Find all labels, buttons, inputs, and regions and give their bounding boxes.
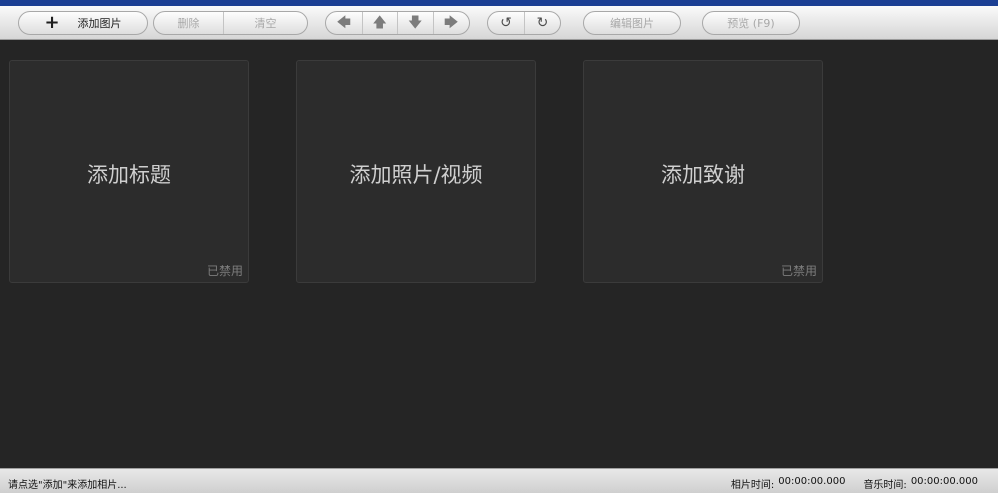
add-media-label: 添加照片/视频	[349, 163, 483, 187]
arrow-left-icon: 🡄	[336, 15, 351, 31]
move-group: 🡄 🡅 🡇 🡆	[325, 11, 470, 35]
music-time-value: 00:00:00.000	[910, 476, 978, 487]
add-credits-label: 添加致谢	[661, 163, 745, 187]
arrow-up-icon: 🡅	[372, 15, 387, 31]
edit-group: 删除 清空	[153, 11, 308, 35]
clear-label: 清空	[254, 17, 277, 30]
rotate-right-icon: ↻	[536, 15, 549, 31]
rotate-left-icon: ↺	[500, 15, 512, 31]
photo-time-value: 00:00:00.000	[778, 476, 846, 487]
rotate-left-button[interactable]: ↺	[488, 12, 524, 34]
status-hint: 请点选"添加"来添加相片...	[8, 480, 127, 491]
add-credits-card[interactable]: 添加致谢 已禁用	[583, 60, 823, 283]
photo-time-label: 相片时间:	[730, 480, 775, 491]
preview-label: 预览 (F9)	[727, 17, 775, 30]
status-bar: 请点选"添加"来添加相片... 相片时间: 00:00:00.000 音乐时间:…	[0, 468, 998, 493]
music-time-label: 音乐时间:	[863, 480, 907, 491]
disabled-badge: 已禁用	[780, 264, 817, 278]
delete-label: 删除	[177, 17, 200, 30]
plus-icon: +	[44, 12, 60, 33]
rotate-group: ↺ ↻	[487, 11, 561, 35]
disabled-badge: 已禁用	[206, 264, 243, 278]
add-title-card[interactable]: 添加标题 已禁用	[9, 60, 249, 283]
add-media-card[interactable]: 添加照片/视频	[296, 60, 536, 283]
delete-button[interactable]: 删除	[154, 12, 223, 34]
move-down-button[interactable]: 🡇	[397, 12, 433, 34]
clear-button[interactable]: 清空	[223, 12, 307, 34]
move-left-button[interactable]: 🡄	[326, 12, 362, 34]
rotate-right-button[interactable]: ↻	[523, 12, 560, 34]
toolbar: + 添加图片 删除 清空 🡄 🡅 🡇 🡆 ↺ ↻ 编辑图片 预览 (F9)	[0, 6, 998, 40]
add-image-button[interactable]: + 添加图片	[18, 11, 148, 35]
add-title-label: 添加标题	[87, 163, 171, 187]
arrow-down-icon: 🡇	[408, 15, 423, 31]
arrow-right-icon: 🡆	[444, 15, 459, 31]
move-up-button[interactable]: 🡅	[361, 12, 398, 34]
preview-button[interactable]: 预览 (F9)	[702, 11, 800, 35]
move-right-button[interactable]: 🡆	[432, 12, 470, 34]
edit-image-button[interactable]: 编辑图片	[583, 11, 681, 35]
time-readouts: 相片时间: 00:00:00.000 音乐时间: 00:00:00.000	[731, 476, 978, 491]
add-image-label: 添加图片	[77, 17, 122, 30]
edit-image-label: 编辑图片	[610, 17, 654, 30]
